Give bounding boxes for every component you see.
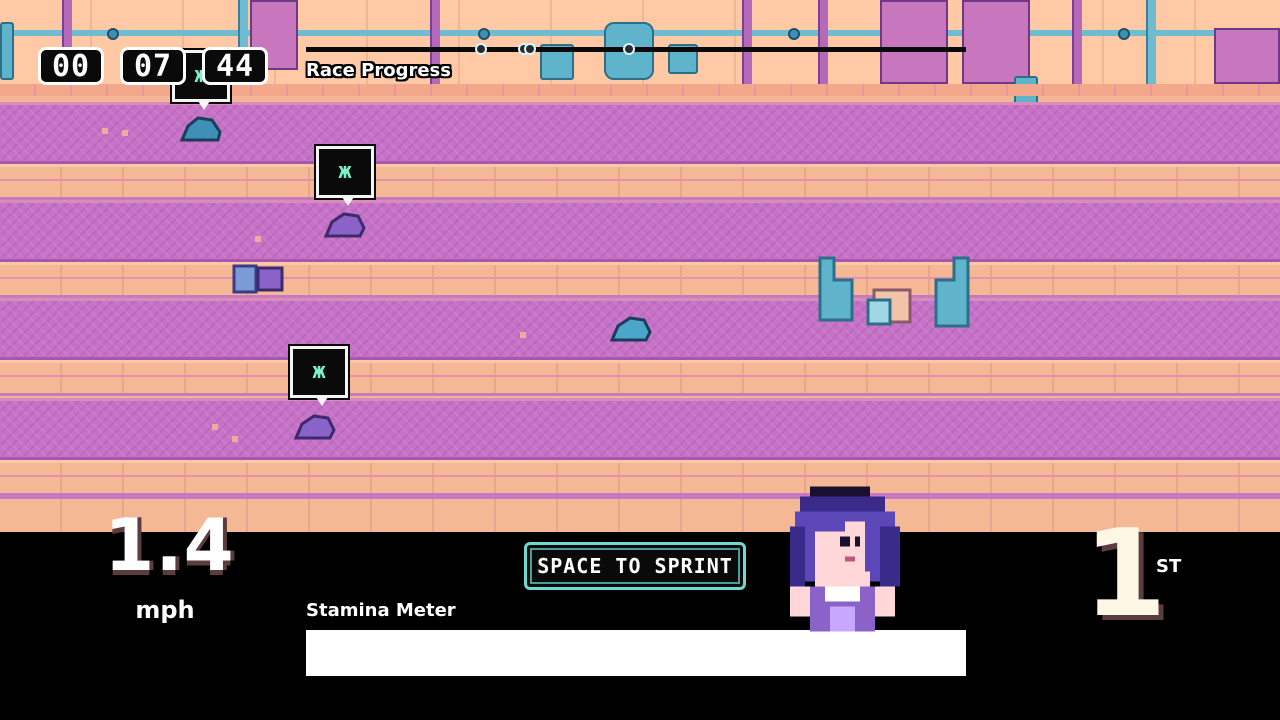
wall-ornament xyxy=(1118,28,1130,40)
player-racer xyxy=(609,316,652,342)
wall-pillar xyxy=(1072,0,1082,84)
wall-pillar xyxy=(742,0,752,84)
lane-divider xyxy=(0,460,1280,496)
dust-particle xyxy=(255,236,261,242)
timer-seconds: 07 xyxy=(120,47,186,85)
opponent-emote-bubble: ж xyxy=(314,144,376,206)
dust-particle xyxy=(520,332,526,338)
opponent-racer xyxy=(323,212,366,238)
lane-divider xyxy=(0,360,1280,396)
opponent-emote-bubble: ж xyxy=(288,344,350,406)
bookshelf xyxy=(880,0,948,84)
opponent-racer xyxy=(179,116,222,142)
bookshelf xyxy=(962,0,1030,84)
race-lane-2 xyxy=(0,200,1280,262)
lane-divider xyxy=(0,262,1280,298)
emote-face-icon: ж xyxy=(338,159,352,184)
stamina-meter-fill xyxy=(306,630,966,676)
race-progress-bar xyxy=(306,47,966,52)
race-lane-4 xyxy=(0,398,1280,460)
side-table xyxy=(1214,28,1280,84)
lane-divider xyxy=(0,164,1280,200)
speed-readout: 1.4 xyxy=(104,503,235,587)
speed-unit-label: mph xyxy=(135,596,195,624)
furniture-obstacle xyxy=(818,256,970,328)
stamina-meter-label: Stamina Meter xyxy=(306,600,456,621)
sprint-prompt[interactable]: SPACE TO SPRINT xyxy=(524,542,746,590)
timer-minutes: 00 xyxy=(38,47,104,85)
wall-ornament xyxy=(107,28,119,40)
player-portrait xyxy=(790,486,900,632)
dust-particle xyxy=(232,436,238,442)
dust-particle xyxy=(102,128,108,134)
wall-pillar xyxy=(1146,0,1156,84)
wall-pillar xyxy=(818,0,828,84)
stamina-meter xyxy=(306,630,966,676)
race-position-suffix: ST xyxy=(1156,556,1182,577)
race-track: ж ж ж xyxy=(0,0,1280,532)
sofa-edge xyxy=(0,22,14,80)
wall-ornament xyxy=(478,28,490,40)
timer-hundredths: 44 xyxy=(202,47,268,85)
wall-ornament xyxy=(788,28,800,40)
emote-face-icon: ж xyxy=(312,359,326,384)
racer-progress-marker xyxy=(474,43,487,55)
opponent-racer xyxy=(293,414,336,440)
dust-particle xyxy=(122,130,128,136)
dust-particle xyxy=(212,424,218,430)
race-progress-label: Race Progress xyxy=(306,60,451,81)
toy-blocks-obstacle xyxy=(232,264,284,294)
